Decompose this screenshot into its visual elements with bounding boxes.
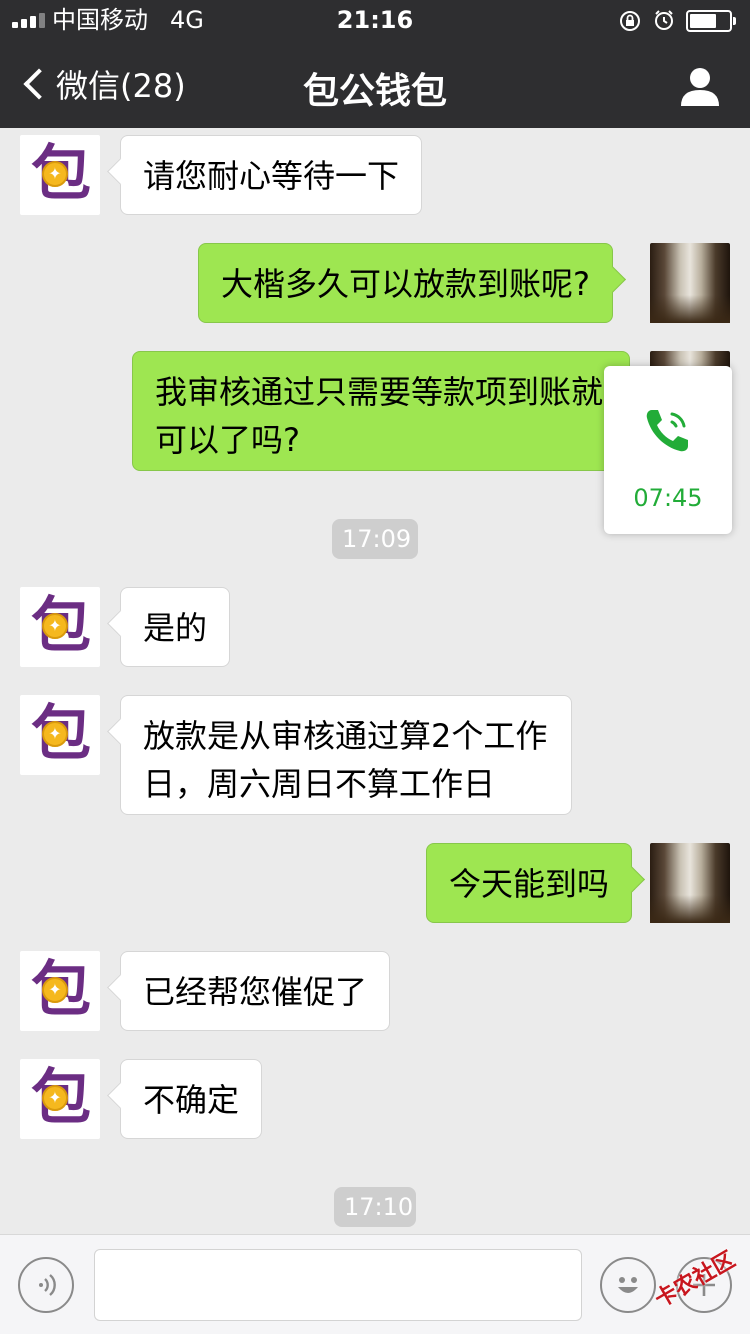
profile-icon[interactable] (678, 64, 722, 108)
timestamp: 17:09 (332, 519, 418, 559)
incoming-message[interactable]: 放款是从审核通过算2个工作日，周六周日不算工作日 (120, 695, 572, 815)
smiley-icon (618, 1277, 638, 1293)
navigation-bar: 微信(28) 包公钱包 (0, 40, 750, 128)
rotation-lock-icon (620, 11, 640, 31)
phone-call-icon (646, 410, 688, 452)
coin-icon: ✦ (42, 161, 68, 187)
outgoing-message[interactable]: 大楷多久可以放款到账呢? (198, 243, 613, 323)
message-input[interactable] (94, 1249, 582, 1321)
incoming-message[interactable]: 是的 (120, 587, 231, 667)
contact-avatar[interactable]: 包✦ (20, 135, 100, 215)
status-bar: 中国移动 4G 21:16 (0, 0, 750, 40)
input-bar (0, 1234, 750, 1334)
battery-icon (686, 10, 736, 32)
voice-input-button[interactable] (18, 1257, 74, 1313)
my-avatar[interactable] (650, 243, 730, 323)
contact-avatar[interactable]: 包✦ (20, 695, 100, 775)
voice-call-floating-window[interactable]: 07:45 (604, 366, 732, 534)
coin-icon: ✦ (42, 977, 68, 1003)
incoming-message[interactable]: 不确定 (120, 1059, 263, 1139)
chat-title: 包公钱包 (302, 71, 447, 112)
outgoing-message[interactable]: 我审核通过只需要等款项到账就可以了吗? (132, 351, 630, 471)
contact-avatar[interactable]: 包✦ (20, 951, 100, 1031)
coin-icon: ✦ (42, 1085, 68, 1111)
call-duration: 07:45 (633, 484, 703, 512)
contact-avatar[interactable]: 包✦ (20, 1059, 100, 1139)
coin-icon: ✦ (42, 721, 68, 747)
outgoing-message[interactable]: 今天能到吗 (426, 843, 633, 923)
voice-icon (39, 1274, 56, 1296)
alarm-icon (655, 10, 673, 30)
incoming-message[interactable]: 已经帮您催促了 (120, 951, 391, 1031)
my-avatar[interactable] (650, 843, 730, 923)
chat-area[interactable]: 包✦ 请您耐心等待一下 大楷多久可以放款到账呢? 我审核通过只需要等款项到账就可… (0, 128, 750, 1234)
contact-avatar[interactable]: 包✦ (20, 587, 100, 667)
coin-icon: ✦ (42, 613, 68, 639)
timestamp: 17:10 (334, 1187, 416, 1227)
incoming-message[interactable]: 请您耐心等待一下 (120, 135, 423, 215)
